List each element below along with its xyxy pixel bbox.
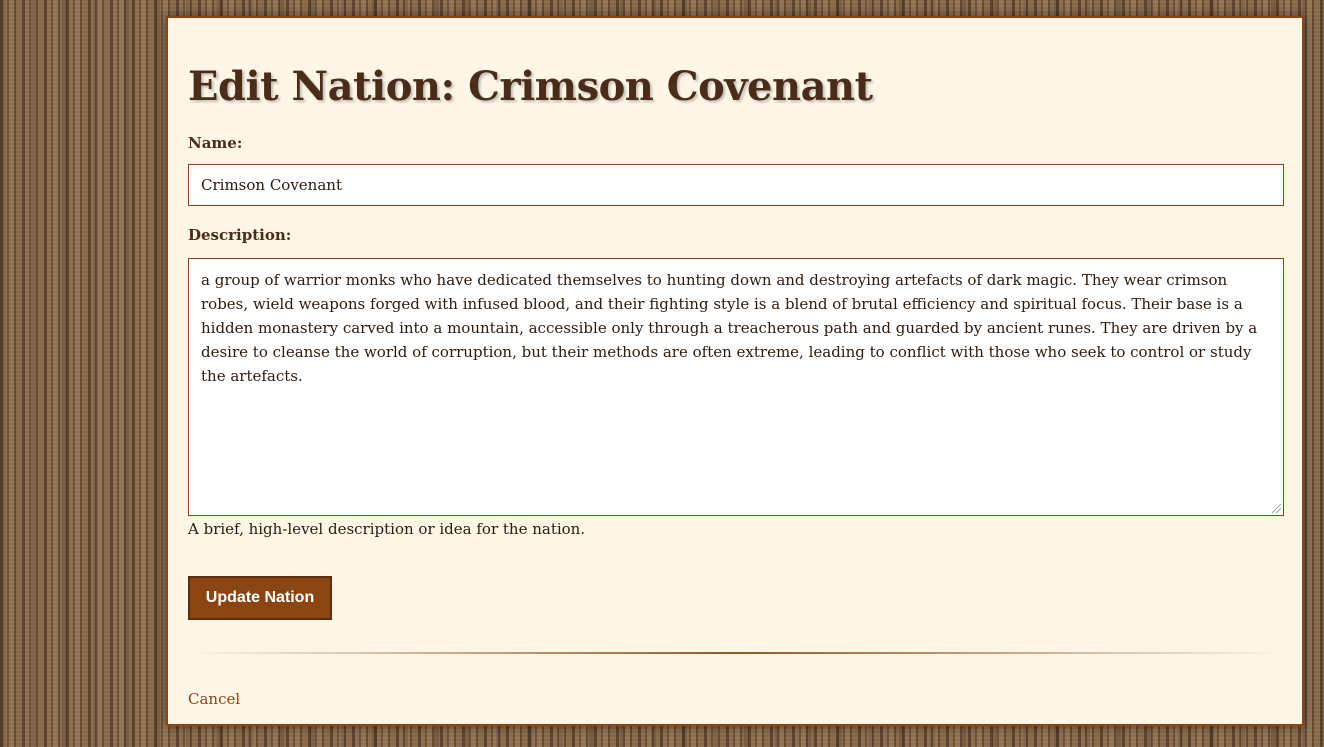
resize-grip-icon[interactable]: [1272, 504, 1281, 513]
name-label: Name:: [188, 134, 243, 152]
update-nation-button[interactable]: Update Nation: [188, 576, 332, 620]
description-help-text: A brief, high-level description or idea …: [188, 520, 586, 538]
divider: [188, 652, 1284, 654]
name-input[interactable]: Crimson Covenant: [188, 164, 1284, 206]
description-textarea[interactable]: a group of warrior monks who have dedica…: [188, 258, 1284, 516]
cancel-link[interactable]: Cancel: [188, 690, 240, 708]
description-label: Description:: [188, 226, 292, 244]
page-title: Edit Nation: Crimson Covenant: [188, 63, 873, 110]
edit-nation-panel: Edit Nation: Crimson Covenant Name: Crim…: [166, 16, 1304, 726]
description-textarea-value: a group of warrior monks who have dedica…: [201, 271, 1258, 385]
name-input-value: Crimson Covenant: [201, 176, 342, 194]
